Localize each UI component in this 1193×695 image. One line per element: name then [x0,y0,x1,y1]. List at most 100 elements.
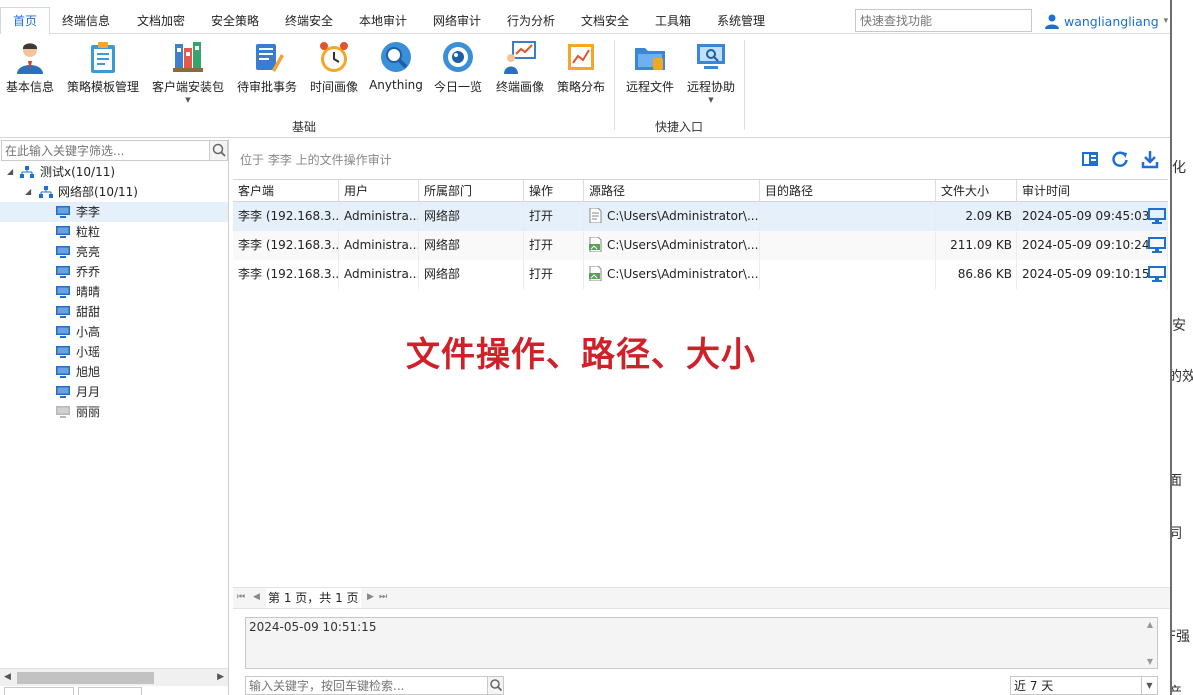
scroll-right-icon[interactable]: ▶ [217,672,224,682]
column-header[interactable]: 审计时间 [1017,180,1168,202]
tree-computer-node[interactable]: 月月 [0,382,228,402]
pending-approval-button[interactable]: 待审批事务 [234,38,300,113]
column-layout-icon[interactable] [1080,149,1100,169]
table-cell-dst [760,202,936,231]
table-row[interactable]: 李李 (192.168.3... Administra... 网络部 打开 C:\Use… [233,202,1168,231]
refresh-icon[interactable] [1110,149,1130,169]
tab-system-management[interactable]: 系统管理 [710,8,772,34]
monitor-icon[interactable] [1148,208,1166,224]
tree-computer-node[interactable]: 甜甜 [0,302,228,322]
tab-toolbox[interactable]: 工具箱 [648,8,698,34]
basic-info-label: 基本信息 [5,80,54,94]
magnifier-icon [381,42,411,72]
export-download-icon[interactable] [1140,149,1160,169]
quick-search-input[interactable] [856,10,1031,31]
column-header[interactable]: 所属部门 [419,180,524,202]
tree-computer-node[interactable]: 晴晴 [0,282,228,302]
today-overview-button[interactable]: 今日一览 [430,38,486,113]
last-page-icon[interactable]: ⏭ [379,592,387,602]
table-row[interactable]: 李李 (192.168.3... Administra... 网络部 打开 C:\Use… [233,260,1168,289]
dropdown-arrow-icon[interactable]: ▼ [148,96,228,104]
keyword-search-box[interactable] [245,676,504,695]
scroll-down-icon[interactable]: ▼ [1147,657,1153,666]
tab-terminal-info[interactable]: 终端信息 [55,8,117,34]
tab-network-audit[interactable]: 网络审计 [426,8,488,34]
cell-text: 李李 (192.168.3... [238,209,339,223]
column-header[interactable]: 文件大小 [936,180,1017,202]
first-page-icon[interactable]: ⏮ [237,592,245,602]
tree-computer-node[interactable]: 丽丽 [0,402,228,422]
tree-computer-node[interactable]: 小瑶 [0,342,228,362]
column-header[interactable]: 目的路径 [760,180,936,202]
search-icon[interactable] [487,677,503,694]
dropdown-arrow-icon[interactable]: ▼ [683,96,739,104]
tree-computer-node[interactable]: 小高 [0,322,228,342]
prev-page-icon[interactable]: ◀ [253,592,260,602]
monitor-icon[interactable] [1148,237,1166,253]
scroll-left-icon[interactable]: ◀ [4,672,11,682]
column-header[interactable]: 客户端 [233,180,339,202]
search-icon[interactable] [209,141,227,160]
user-menu[interactable]: wangliangliang ▾ [1045,11,1168,31]
tree-computer-node[interactable]: 乔乔 [0,262,228,282]
basic-info-button[interactable]: 基本信息 [2,38,58,113]
table-cell-src: C:\Users\Administrator\... [584,202,760,231]
monitor-icon[interactable] [1148,266,1166,282]
column-header[interactable]: 用户 [339,180,419,202]
bottom-tab-1[interactable] [4,687,74,695]
tab-doc-encryption[interactable]: 文档加密 [130,8,192,34]
tree-computer-node[interactable]: 亮亮 [0,242,228,262]
background-text: F强 [1170,629,1191,645]
table-cell-time: 2024-05-09 09:45:03 [1017,202,1168,231]
time-portrait-button[interactable]: 时间画像 [306,38,362,113]
keyword-search-input[interactable] [246,677,486,694]
remote-file-button[interactable]: 远程文件 [622,38,678,113]
cell-text: Administra... [344,267,419,281]
tree-computer-node[interactable]: 粒粒 [0,222,228,242]
page-info: 第 1 页，共 1 页 [266,588,361,608]
scrollbar-thumb[interactable] [17,672,154,684]
table-cell-user: Administra... [339,260,419,289]
background-text: 的效 [1172,366,1193,386]
policy-distribution-button[interactable]: 策略分布 [553,38,609,113]
org-tree-icon [39,186,53,198]
client-installer-button[interactable]: 客户端安装包 ▼ [148,38,228,113]
tree-computer-node[interactable]: 旭旭 [0,362,228,382]
cell-text: 打开 [529,267,554,281]
terminal-portrait-button[interactable]: 终端画像 [492,38,548,113]
table-cell-op: 打开 [524,202,584,231]
horizontal-scrollbar[interactable]: ◀ ▶ [0,668,228,686]
tree-filter-input[interactable] [2,141,210,160]
tab-security-policy[interactable]: 安全策略 [204,8,266,34]
table-row[interactable]: 李李 (192.168.3... Administra... 网络部 打开 C:\Use… [233,231,1168,260]
anything-search-button[interactable]: Anything [368,38,424,113]
next-page-icon[interactable]: ▶ [367,592,374,602]
quick-search-box[interactable] [855,9,1032,32]
tree-root-node[interactable]: ◢ 测试x(10/11) [0,162,228,182]
collapse-arrow-icon[interactable]: ◢ [25,182,31,202]
column-header[interactable]: 源路径 [584,180,760,202]
cell-text: C:\Users\Administrator\... [607,267,759,281]
tree-group-node[interactable]: ◢ 网络部(10/11) [0,182,228,202]
computer-icon [56,406,70,418]
detail-log-box[interactable]: 2024-05-09 10:51:15 ▲ ▼ [245,617,1158,669]
remote-assist-button[interactable]: 远程协助 ▼ [683,38,739,113]
collapse-arrow-icon[interactable]: ◢ [7,162,13,182]
time-range-select[interactable]: 近 7 天 ▼ [1010,676,1158,695]
tab-local-audit[interactable]: 本地审计 [352,8,414,34]
tree-computer-node[interactable]: 李李 [0,202,228,222]
chevron-down-icon[interactable]: ▼ [1141,677,1157,695]
tab-terminal-security[interactable]: 终端安全 [278,8,340,34]
tree-filter-box[interactable] [1,140,228,161]
policy-template-button[interactable]: 策略模板管理 [64,38,142,113]
tab-doc-security[interactable]: 文档安全 [574,8,636,34]
tab-behavior-analysis[interactable]: 行为分析 [500,8,562,34]
tab-home[interactable]: 首页 [0,7,50,35]
scroll-up-icon[interactable]: ▲ [1147,620,1153,629]
cell-text: 网络部 [424,238,461,252]
column-header[interactable]: 操作 [524,180,584,202]
tree-computer-label: 甜甜 [76,305,101,319]
bottom-tab-2[interactable] [78,687,142,695]
computer-icon [56,306,70,318]
annotation-caption: 文件操作、路径、大小 [406,335,756,375]
